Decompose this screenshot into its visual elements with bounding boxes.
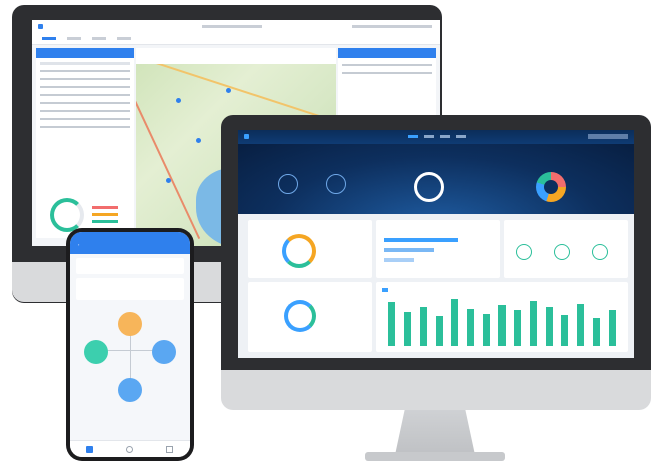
progress-bar [384,258,414,262]
stat-icon [554,244,570,260]
tab-active[interactable] [42,37,56,40]
bar-chart [384,296,620,346]
map-marker[interactable] [176,98,181,103]
chart-bar [498,304,506,346]
table-row[interactable] [40,78,130,80]
front-monitor-screen [238,130,634,358]
legend-item [92,206,118,209]
hero-band [238,144,634,214]
logo-icon [38,24,43,29]
detail-row [342,72,432,74]
gauge-ring [414,172,444,202]
table-row[interactable] [40,70,130,72]
donut-chart [50,198,84,232]
nav-item[interactable] [456,135,466,138]
grid-icon[interactable] [166,446,173,453]
stat-icon [516,244,532,260]
panel-progress [376,220,500,278]
nav-item[interactable] [440,135,450,138]
chart-bar [482,313,490,346]
list-panel [36,48,134,238]
panel-donut-2 [248,282,372,352]
logo-icon [244,134,249,139]
monitor-stand-base [365,452,505,461]
list-panel-header [36,48,134,58]
pie-hole [544,180,558,194]
map-road [136,56,201,240]
chart-bar [435,316,443,346]
chart-bar [561,314,569,346]
nav-item[interactable] [424,135,434,138]
chart-bar [404,311,412,346]
chart-tab-active[interactable] [382,288,388,292]
back-icon[interactable]: ‹ [78,242,79,247]
chart-bar [419,307,427,346]
topology-node-top[interactable] [118,312,142,336]
phone-header: ‹ [70,232,190,254]
legend-item [92,220,118,223]
progress-bar [384,248,434,252]
chart-bar [388,302,396,346]
tab[interactable] [67,37,81,40]
stat-icon [326,174,346,194]
stat-icon [278,174,298,194]
top-bar [32,20,440,35]
chart-bar [545,306,553,346]
map-road [140,57,332,121]
stat-icon [592,244,608,260]
topology-node-bottom[interactable] [118,378,142,402]
tab[interactable] [117,37,131,40]
table-header [40,62,130,65]
monitor-icon[interactable] [126,446,133,453]
map-marker[interactable] [166,178,171,183]
donut-chart [284,300,316,332]
user-menu[interactable] [352,25,432,28]
detail-panel-header [338,48,436,58]
topology-node-right[interactable] [152,340,176,364]
home-icon[interactable] [86,446,93,453]
table-row[interactable] [40,126,130,128]
chart-bar [577,303,585,346]
table-row[interactable] [40,110,130,112]
nav-item-active[interactable] [408,135,418,138]
monitor-stand-neck [395,410,475,455]
table-row[interactable] [40,94,130,96]
tab[interactable] [92,37,106,40]
panel-donut [248,220,372,278]
detail-row [342,64,432,66]
map-marker[interactable] [196,138,201,143]
map-marker[interactable] [226,88,231,93]
chart-bar [608,310,616,346]
front-monitor-chin [221,370,651,410]
phone-stats-card [76,278,184,300]
phone-tab-bar [70,440,190,457]
user-menu[interactable] [588,134,628,139]
phone-summary-card [76,258,184,274]
table-row[interactable] [40,86,130,88]
topology-node-left[interactable] [84,340,108,364]
table-row[interactable] [40,102,130,104]
tab-bar [32,34,440,45]
phone-screen: ‹ [70,232,190,457]
panel-bar-chart [376,282,628,352]
chart-bar [529,301,537,346]
top-nav[interactable] [202,25,262,28]
chart-bar [514,309,522,346]
chart-bar [451,299,459,346]
donut-chart [282,234,316,268]
chart-bar [466,308,475,346]
table-row[interactable] [40,118,130,120]
dashboard-header [238,130,634,144]
map-info-bar [136,48,336,64]
legend-item [92,213,118,216]
panel-stats [504,220,628,278]
progress-bar [384,238,458,242]
chart-bar [592,317,600,346]
